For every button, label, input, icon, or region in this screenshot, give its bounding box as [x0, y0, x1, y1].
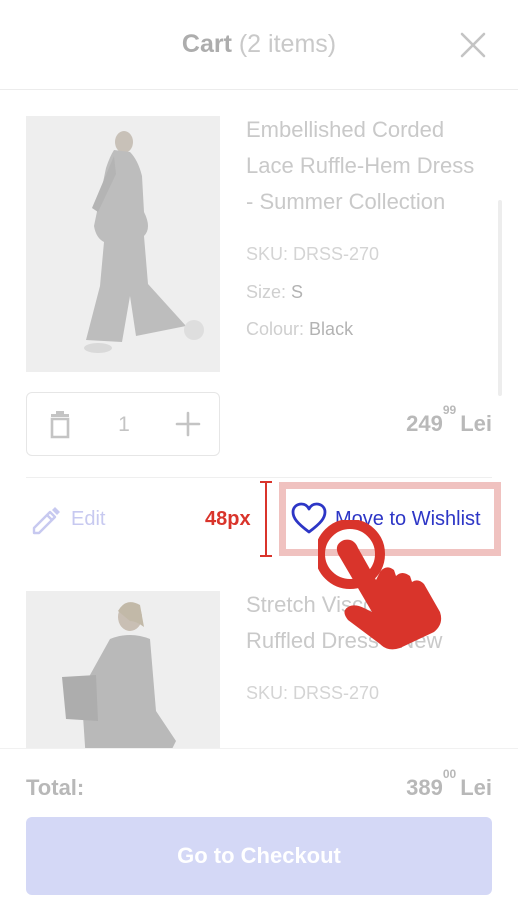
product-size: Size: S [246, 282, 303, 303]
edit-button[interactable]: Edit [28, 500, 118, 536]
colour-value: Black [309, 319, 354, 339]
quantity-stepper: 1 [26, 392, 220, 456]
price-currency: Lei [460, 411, 492, 436]
pencil-icon [32, 507, 60, 535]
cart-footer: Total: 38900Lei Go to Checkout [0, 748, 518, 920]
size-measure-bracket [260, 481, 272, 557]
cart-title: Cart (2 items) [0, 30, 518, 59]
edit-label: Edit [71, 508, 106, 530]
product-image[interactable] [26, 591, 220, 761]
product-colour: Colour: Black [246, 319, 353, 340]
quantity-value[interactable]: 1 [107, 413, 141, 437]
remove-button[interactable] [43, 407, 77, 441]
price-main: 249 [406, 411, 443, 436]
size-value: S [291, 282, 304, 302]
colour-label: Colour: [246, 319, 305, 339]
total-cents: 00 [442, 766, 457, 781]
scrollbar[interactable] [498, 200, 502, 396]
close-icon [460, 32, 486, 58]
close-button[interactable] [458, 30, 488, 60]
total-value: 38900Lei [406, 767, 492, 801]
product-image[interactable] [26, 116, 220, 372]
product-sku: SKU: DRSS-270 [246, 244, 380, 264]
product-name-line: Embellished Corded [246, 117, 445, 142]
total-label: Total: [26, 775, 85, 800]
cart-title-label: Cart [181, 30, 232, 58]
product-image-figure [26, 116, 220, 372]
item-price: 24999Lei [406, 403, 492, 437]
product-sku: SKU: DRSS-270 [246, 683, 380, 703]
item-divider [26, 477, 492, 478]
checkout-button[interactable]: Go to Checkout [26, 817, 492, 895]
product-name[interactable]: Embellished Corded Lace Ruffle-Hem Dress… [246, 112, 474, 220]
checkout-label: Go to Checkout [177, 843, 341, 868]
touch-target-size-label: 48px [205, 508, 251, 530]
cart-item-count: (2 items) [238, 30, 337, 58]
size-label: Size: [246, 282, 287, 302]
total-currency: Lei [460, 775, 492, 800]
trash-icon [50, 411, 70, 439]
cart-header: Cart (2 items) [0, 0, 518, 90]
product-name-line: - Summer Collection [246, 189, 446, 214]
product-image-figure [26, 591, 220, 761]
cart-panel: Cart (2 items) Embellished Corded Lace R… [0, 0, 518, 920]
total-main: 389 [406, 775, 443, 800]
price-cents: 99 [442, 402, 457, 417]
increase-quantity-button[interactable] [171, 407, 205, 441]
product-name-line: Lace Ruffle-Hem Dress [246, 153, 475, 178]
pointing-hand-icon [318, 520, 442, 650]
plus-icon [175, 411, 201, 437]
